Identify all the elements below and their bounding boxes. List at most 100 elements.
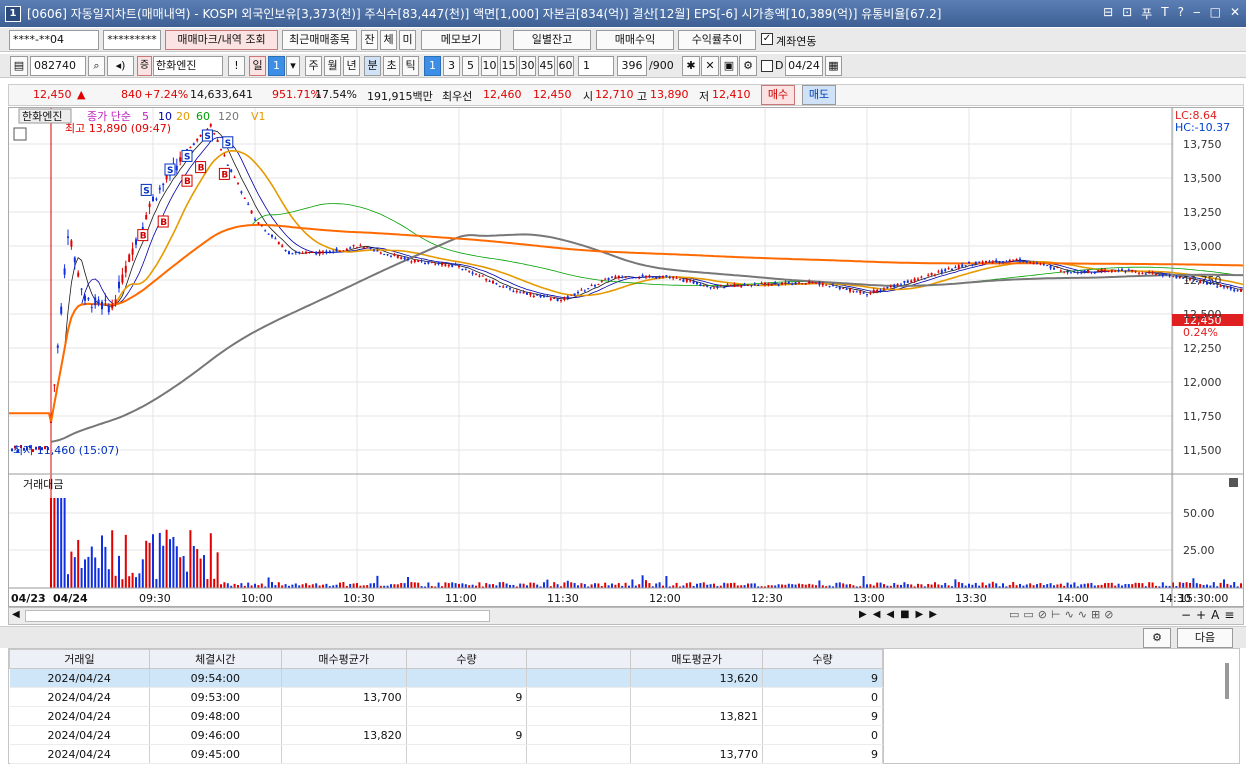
price-tick-label: 12,500 [1183, 308, 1222, 321]
minute-option-15[interactable]: 15 [500, 56, 517, 76]
day-count[interactable]: 1 [268, 56, 285, 76]
window-title: [0606] 자동일지차트(매매내역) - KOSPI 외국인보유[3,373(… [27, 7, 942, 21]
table-row[interactable]: 2024/04/24 09:45:00 13,770 9 [9, 744, 883, 764]
table-row[interactable]: 2024/04/24 09:48:00 13,821 9 [9, 706, 883, 726]
price-chart-svg[interactable]: SSSSSBBBBB 12,450 0.24% LC:8.64 HC:-10.3… [9, 108, 1246, 606]
minute-option-3[interactable]: 3 [443, 56, 460, 76]
crosshair-icon[interactable]: ✕ [701, 56, 719, 76]
close-button[interactable]: ✕ [1230, 5, 1240, 22]
candle-body [1008, 260, 1011, 262]
pin-icon[interactable]: 푸 [1141, 5, 1152, 22]
daily-balance-button[interactable]: 일별잔고 [513, 30, 591, 50]
password-field[interactable]: ********* [103, 30, 161, 50]
unfilled-button[interactable]: 미 [399, 30, 416, 50]
candle-body [998, 261, 1001, 263]
scroll-controls[interactable]: ▶◀◀■▶▶ [859, 609, 943, 620]
sell-mark-label: S [204, 132, 210, 142]
font-icon[interactable]: T [1161, 5, 1168, 22]
table-row[interactable]: 2024/04/24 09:46:00 13,820 9 0 [9, 725, 883, 745]
return-trend-button[interactable]: 수익률추이 [678, 30, 756, 50]
calendar-icon[interactable]: ▦ [825, 56, 842, 76]
maximize-button[interactable]: □ [1210, 5, 1221, 22]
date-input[interactable]: 04/24 [785, 56, 823, 76]
volume-bar [393, 584, 396, 588]
candle-body [879, 289, 882, 291]
minute-option-30[interactable]: 30 [519, 56, 536, 76]
volume-bar [638, 584, 641, 588]
trade-mark-query-button[interactable]: 매매마크/내역 조회 [165, 30, 278, 50]
trade-profit-button[interactable]: 매매수익 [596, 30, 674, 50]
d-checkbox[interactable] [761, 60, 773, 72]
volume-bar [995, 583, 998, 588]
volume-bar [1151, 582, 1154, 588]
moving-average-line [50, 149, 1246, 423]
buy-button[interactable]: 매수 [761, 85, 795, 105]
chart-tool-icons[interactable]: ▭▭⊘⊢∿∿⊞⊘ [1009, 608, 1117, 621]
count-input[interactable]: 396 [617, 56, 647, 76]
executed-button[interactable]: 체 [380, 30, 397, 50]
table-cell: 0 [762, 725, 883, 745]
table-row[interactable]: 2024/04/24 09:53:00 13,700 9 0 [9, 687, 883, 707]
minute-option-60[interactable]: 60 [557, 56, 574, 76]
price-tick-label: 12,000 [1183, 376, 1222, 389]
account-select[interactable]: ****-**04 [9, 30, 99, 50]
time-tick-label: 15:30:00 [1179, 592, 1228, 605]
zoom-controls[interactable]: −+A≡ [1181, 608, 1239, 622]
candle-body [1110, 269, 1113, 273]
sound-icon[interactable]: ◂) [107, 56, 134, 76]
period-tick[interactable]: 틱 [402, 56, 419, 76]
memo-button[interactable]: 메모보기 [421, 30, 501, 50]
volume-bar [277, 582, 280, 588]
recent-trades-button[interactable]: 최근매매종목 [282, 30, 357, 50]
minimize-button[interactable]: ‒ [1193, 5, 1201, 22]
save-icon[interactable]: ▣ [720, 56, 738, 76]
tile-icon[interactable]: ⊟ [1103, 5, 1113, 22]
table-cell: 9 [762, 744, 883, 764]
next-button[interactable]: 다음 [1177, 628, 1233, 648]
chart-area[interactable]: SSSSSBBBBB 12,450 0.24% LC:8.64 HC:-10.3… [8, 107, 1246, 607]
help-icon[interactable]: ? [1178, 5, 1184, 22]
menu-icon[interactable]: ▤ [10, 56, 28, 76]
gear-icon[interactable]: ⚙ [739, 56, 757, 76]
interval-select[interactable]: 1 [578, 56, 614, 76]
period-day[interactable]: 일 [249, 56, 266, 76]
table-toggle-icon[interactable] [13, 127, 27, 141]
restore-icon[interactable]: ⊡ [1122, 5, 1132, 22]
candle-body [209, 124, 212, 127]
scroll-left-icon[interactable]: ◀ [12, 609, 20, 620]
period-year[interactable]: 년 [343, 56, 360, 76]
stock-code-input[interactable]: 082740 [30, 56, 86, 76]
chart-scrollbar[interactable]: ◀ ▶◀◀■▶▶ ▭▭⊘⊢∿∿⊞⊘ −+A≡ [8, 607, 1244, 625]
scroll-thumb[interactable] [25, 610, 490, 622]
candle-body [1019, 258, 1021, 261]
minute-option-45[interactable]: 45 [538, 56, 555, 76]
candle-body [896, 283, 899, 286]
candle-body [240, 191, 243, 193]
volume-bar [305, 583, 307, 588]
chevron-down-icon[interactable]: ▾ [286, 56, 300, 76]
period-minute[interactable]: 분 [364, 56, 381, 76]
volume-bar [733, 582, 736, 588]
minute-option-1[interactable]: 1 [424, 56, 441, 76]
sell-button[interactable]: 매도 [802, 85, 836, 105]
account-link-checkbox[interactable]: ✓ [761, 33, 773, 45]
period-week[interactable]: 주 [305, 56, 322, 76]
period-month[interactable]: 월 [324, 56, 341, 76]
minute-option-10[interactable]: 10 [481, 56, 498, 76]
minute-option-5[interactable]: 5 [462, 56, 479, 76]
period-second[interactable]: 초 [383, 56, 400, 76]
candle-body [199, 134, 202, 137]
d-label: D [775, 59, 784, 72]
table-row[interactable]: 2024/04/24 09:54:00 13,620 9 [9, 668, 883, 688]
candle-body [553, 298, 556, 300]
volume-bar [794, 584, 797, 588]
grid-scrollbar[interactable] [1225, 663, 1229, 699]
grid-gear-icon[interactable]: ⚙ [1143, 628, 1171, 648]
alert-icon[interactable]: ! [228, 56, 245, 76]
candle-body [124, 265, 127, 273]
volume-bar [485, 583, 488, 588]
balance-button[interactable]: 잔 [361, 30, 378, 50]
close-panel-icon[interactable] [1229, 478, 1238, 487]
search-icon[interactable]: ⌕ [88, 56, 105, 76]
indicator-icon[interactable]: ✱ [682, 56, 700, 76]
